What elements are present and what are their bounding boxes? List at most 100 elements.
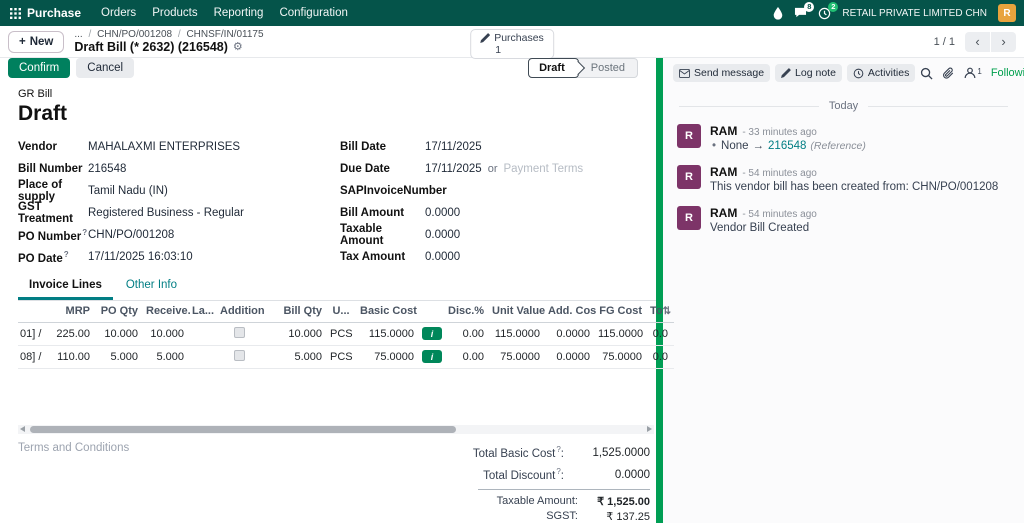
- additional-checkbox[interactable]: [233, 349, 245, 361]
- company-switcher[interactable]: RETAIL PRIVATE LIMITED CHN: [842, 8, 987, 19]
- col-mrp[interactable]: MRP: [46, 301, 96, 323]
- cell-la[interactable]: [190, 345, 218, 369]
- cell-received-qty[interactable]: 5.000: [144, 345, 190, 369]
- purchases-smart-button[interactable]: Purchases 1: [470, 29, 554, 59]
- po-date-field[interactable]: 17/11/2025 16:03:10: [88, 251, 193, 263]
- breadcrumb-po[interactable]: CHN/PO/001208: [97, 29, 172, 40]
- state-draft[interactable]: Draft: [528, 58, 579, 78]
- state-posted[interactable]: Posted: [579, 59, 637, 77]
- activities-clock-icon[interactable]: 2: [818, 1, 839, 20]
- pager-next-icon[interactable]: ›: [991, 31, 1016, 52]
- form-scrollbar[interactable]: [656, 58, 663, 523]
- sort-columns-icon[interactable]: ⇅: [663, 306, 671, 317]
- col-po-qty[interactable]: PO Qty: [96, 301, 144, 323]
- bill-number-field[interactable]: 216548: [88, 163, 126, 175]
- place-of-supply-field[interactable]: Tamil Nadu (IN): [88, 185, 168, 197]
- cell-bill-qty[interactable]: 5.000: [264, 345, 328, 369]
- cell-po-qty[interactable]: 5.000: [96, 345, 144, 369]
- cancel-button[interactable]: Cancel: [76, 58, 135, 78]
- cell-add-cost[interactable]: 0.0000: [546, 322, 596, 346]
- log-note-button[interactable]: Log note: [775, 64, 842, 82]
- cell-uom[interactable]: PCS: [328, 322, 358, 346]
- col-total[interactable]: To⇅: [648, 301, 674, 323]
- bill-date-field[interactable]: 17/11/2025: [425, 141, 482, 153]
- cell-add-cost[interactable]: 0.0000: [546, 345, 596, 369]
- info-icon[interactable]: i: [422, 350, 442, 363]
- cell-bill-qty[interactable]: 10.000: [264, 322, 328, 346]
- cell-received-qty[interactable]: 10.000: [144, 322, 190, 346]
- po-number-field[interactable]: CHN/PO/001208: [88, 229, 174, 241]
- cell-product[interactable]: 08] /: [18, 345, 46, 369]
- col-product[interactable]: [18, 301, 46, 323]
- content: Confirm Cancel Draft Posted GR Bill Draf…: [0, 58, 1024, 523]
- col-additional[interactable]: Addition...: [218, 301, 264, 323]
- cell-disc[interactable]: 0.00: [446, 322, 490, 346]
- col-fg-cost[interactable]: FG Cost: [596, 301, 648, 323]
- search-icon[interactable]: [920, 67, 933, 80]
- send-message-button[interactable]: Send message: [673, 64, 771, 82]
- droplet-icon[interactable]: [773, 6, 783, 20]
- activities-badge: 2: [828, 1, 839, 12]
- vendor-field[interactable]: MAHALAXMI ENTERPRISES: [88, 141, 240, 153]
- cell-total[interactable]: 0.0: [648, 345, 674, 369]
- col-bill-qty[interactable]: Bill Qty: [264, 301, 328, 323]
- gst-treatment-field[interactable]: Registered Business - Regular: [88, 207, 244, 219]
- cell-disc[interactable]: 0.00: [446, 345, 490, 369]
- apps-grid-icon[interactable]: [10, 7, 21, 19]
- cell-la[interactable]: [190, 322, 218, 346]
- cell-mrp[interactable]: 225.00: [46, 322, 96, 346]
- scroll-right-icon[interactable]: [647, 426, 652, 432]
- cell-uom[interactable]: PCS: [328, 345, 358, 369]
- activities-button[interactable]: Activities: [846, 64, 916, 82]
- cell-basic-cost[interactable]: 115.0000: [358, 322, 420, 346]
- total-discount-label: Total Discount?:: [483, 467, 564, 482]
- scrollbar-thumb[interactable]: [30, 425, 456, 433]
- cell-fg-cost[interactable]: 75.0000: [596, 345, 648, 369]
- bill-amount-field[interactable]: 0.0000: [425, 207, 460, 219]
- following-toggle[interactable]: Following: [991, 67, 1024, 79]
- menu-orders[interactable]: Orders: [93, 7, 144, 19]
- tab-invoice-lines[interactable]: Invoice Lines: [18, 273, 113, 300]
- followers-icon[interactable]: 1: [964, 67, 982, 79]
- col-basic-cost[interactable]: Basic Cost: [358, 301, 420, 323]
- cell-fg-cost[interactable]: 115.0000: [596, 322, 648, 346]
- horizontal-scrollbar[interactable]: [18, 424, 654, 434]
- breadcrumb-ellipsis[interactable]: ...: [74, 29, 82, 40]
- app-name[interactable]: Purchase: [27, 6, 81, 20]
- cell-total[interactable]: 0.0: [648, 322, 674, 346]
- messages-icon[interactable]: 8: [794, 2, 815, 19]
- user-avatar[interactable]: R: [998, 4, 1016, 22]
- breadcrumb-invoice[interactable]: CHNSF/IN/01175: [186, 29, 263, 40]
- envelope-icon: [679, 68, 690, 78]
- cell-po-qty[interactable]: 10.000: [96, 322, 144, 346]
- cell-basic-cost[interactable]: 75.0000: [358, 345, 420, 369]
- menu-products[interactable]: Products: [144, 7, 205, 19]
- reference-link[interactable]: 216548: [768, 140, 806, 152]
- menu-reporting[interactable]: Reporting: [206, 7, 272, 19]
- cell-unit-value[interactable]: 75.0000: [490, 345, 546, 369]
- payment-terms-field[interactable]: Payment Terms: [503, 163, 583, 175]
- terms-and-conditions-field[interactable]: Terms and Conditions: [18, 442, 129, 523]
- tab-other-info[interactable]: Other Info: [115, 273, 188, 300]
- taxable-amount-field[interactable]: 0.0000: [425, 229, 460, 241]
- col-add-cost[interactable]: Add. Cost: [546, 301, 596, 323]
- col-disc[interactable]: Disc.%: [446, 301, 490, 323]
- info-icon[interactable]: i: [422, 327, 442, 340]
- menu-configuration[interactable]: Configuration: [271, 7, 355, 19]
- scroll-left-icon[interactable]: [20, 426, 25, 432]
- col-la[interactable]: La...: [190, 301, 218, 323]
- tax-amount-field[interactable]: 0.0000: [425, 251, 460, 263]
- cell-mrp[interactable]: 110.00: [46, 345, 96, 369]
- col-received-qty[interactable]: Receive...: [144, 301, 190, 323]
- gear-icon[interactable]: ⚙: [233, 41, 243, 54]
- new-button[interactable]: + New: [8, 30, 65, 53]
- col-unit-value[interactable]: Unit Value: [490, 301, 546, 323]
- paperclip-icon[interactable]: [942, 67, 955, 80]
- additional-checkbox[interactable]: [233, 326, 245, 338]
- due-date-field[interactable]: 17/11/2025: [425, 163, 482, 175]
- cell-unit-value[interactable]: 115.0000: [490, 322, 546, 346]
- col-uom[interactable]: U...: [328, 301, 358, 323]
- pager-previous-icon[interactable]: ‹: [965, 31, 990, 52]
- confirm-button[interactable]: Confirm: [8, 58, 71, 78]
- cell-product[interactable]: 01] /: [18, 322, 46, 346]
